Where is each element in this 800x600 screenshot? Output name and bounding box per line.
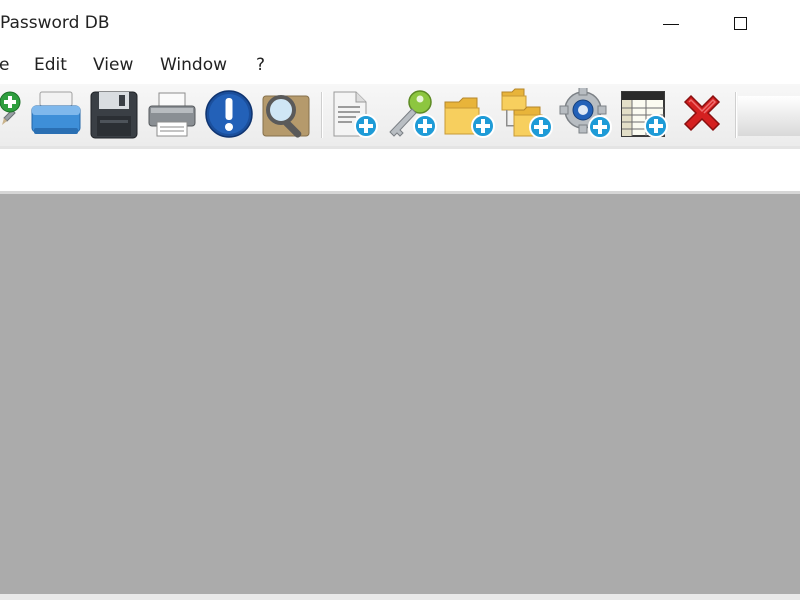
- toolbar-overflow-area: [738, 96, 800, 136]
- add-key-icon: [389, 90, 437, 138]
- save-disk-icon: [90, 91, 138, 139]
- add-folder-button[interactable]: [443, 88, 497, 142]
- mdi-workspace[interactable]: [0, 194, 800, 594]
- toolbar-separator: [735, 92, 736, 138]
- menu-bar: e Edit View Window ?: [0, 46, 800, 84]
- minimize-icon: [663, 23, 679, 25]
- add-subfolder-icon: [501, 88, 553, 139]
- add-settings-button[interactable]: [559, 88, 613, 142]
- maximize-button[interactable]: [712, 0, 768, 46]
- add-record-button[interactable]: [326, 88, 380, 142]
- menu-file[interactable]: e: [0, 55, 9, 75]
- menu-edit[interactable]: Edit: [34, 55, 67, 75]
- add-subfolder-button[interactable]: [500, 88, 554, 142]
- info-strip: [0, 149, 800, 192]
- delete-x-icon: [683, 94, 721, 132]
- add-table-icon: [621, 91, 668, 138]
- search-magnifier-icon: [262, 95, 310, 138]
- search-button[interactable]: [259, 88, 313, 142]
- add-table-button[interactable]: [618, 88, 672, 142]
- menu-help[interactable]: ?: [256, 55, 265, 75]
- save-button[interactable]: [87, 88, 141, 142]
- add-folder-icon: [444, 97, 495, 138]
- delete-button[interactable]: [675, 88, 729, 142]
- status-area: [0, 594, 800, 600]
- print-button[interactable]: [145, 88, 199, 142]
- add-record-icon: [333, 91, 378, 138]
- scanner-icon: [31, 91, 81, 134]
- window-title: Password DB: [0, 13, 110, 33]
- info-button[interactable]: [203, 88, 257, 142]
- scanner-button[interactable]: [28, 88, 82, 142]
- add-settings-icon: [559, 88, 612, 139]
- maximize-icon: [733, 16, 747, 30]
- minimize-button[interactable]: [643, 0, 699, 46]
- menu-view[interactable]: View: [93, 55, 133, 75]
- toolbar-separator: [321, 92, 322, 138]
- info-exclamation-icon: [205, 90, 253, 138]
- menu-window[interactable]: Window: [160, 55, 227, 75]
- printer-icon: [148, 92, 196, 137]
- title-bar: Password DB: [0, 0, 800, 46]
- add-key-button[interactable]: [384, 88, 438, 142]
